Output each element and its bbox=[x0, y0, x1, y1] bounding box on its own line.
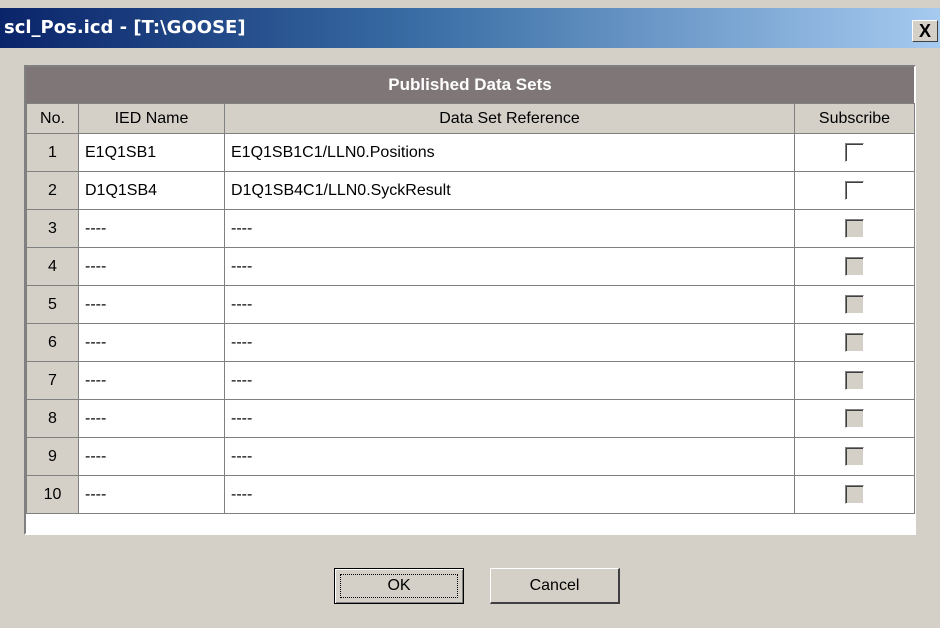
close-button[interactable]: X bbox=[912, 20, 938, 42]
table-row[interactable]: 1 E1Q1SB1 E1Q1SB1C1/LLN0.Positions bbox=[26, 133, 915, 172]
row-number: 9 bbox=[26, 437, 79, 476]
row-number: 10 bbox=[26, 475, 79, 514]
subscribe-cell bbox=[794, 475, 915, 514]
column-header-ied-name[interactable]: IED Name bbox=[78, 103, 225, 134]
subscribe-checkbox[interactable] bbox=[845, 143, 864, 162]
row-number: 8 bbox=[26, 399, 79, 438]
row-number: 1 bbox=[26, 133, 79, 172]
data-set-reference-cell[interactable]: D1Q1SB4C1/LLN0.SyckResult bbox=[224, 171, 795, 210]
data-set-reference-cell[interactable]: ---- bbox=[224, 247, 795, 286]
subscribe-cell bbox=[794, 323, 915, 362]
table-row[interactable]: 3 ---- ---- bbox=[26, 209, 915, 248]
subscribe-cell bbox=[794, 171, 915, 210]
row-number: 5 bbox=[26, 285, 79, 324]
ied-name-cell[interactable]: D1Q1SB4 bbox=[78, 171, 225, 210]
subscribe-checkbox bbox=[845, 371, 864, 390]
row-number: 7 bbox=[26, 361, 79, 400]
column-header-no[interactable]: No. bbox=[26, 103, 79, 134]
data-set-reference-cell[interactable]: ---- bbox=[224, 437, 795, 476]
ied-name-cell[interactable]: ---- bbox=[78, 437, 225, 476]
ied-name-cell[interactable]: ---- bbox=[78, 247, 225, 286]
table-row[interactable]: 4 ---- ---- bbox=[26, 247, 915, 286]
data-set-reference-cell[interactable]: ---- bbox=[224, 399, 795, 438]
table-row[interactable]: 5 ---- ---- bbox=[26, 285, 915, 324]
table-row[interactable]: 7 ---- ---- bbox=[26, 361, 915, 400]
subscribe-checkbox bbox=[845, 447, 864, 466]
ied-name-cell[interactable]: ---- bbox=[78, 361, 225, 400]
data-set-reference-cell[interactable]: ---- bbox=[224, 361, 795, 400]
ied-name-cell[interactable]: E1Q1SB1 bbox=[78, 133, 225, 172]
subscribe-checkbox bbox=[845, 485, 864, 504]
subscribe-checkbox[interactable] bbox=[845, 181, 864, 200]
data-set-reference-cell[interactable]: E1Q1SB1C1/LLN0.Positions bbox=[224, 133, 795, 172]
ied-name-cell[interactable]: ---- bbox=[78, 209, 225, 248]
subscribe-cell bbox=[794, 133, 915, 172]
table-row[interactable]: 2 D1Q1SB4 D1Q1SB4C1/LLN0.SyckResult bbox=[26, 171, 915, 210]
table-row[interactable]: 6 ---- ---- bbox=[26, 323, 915, 362]
table-caption: Published Data Sets bbox=[26, 67, 914, 103]
cancel-button[interactable]: Cancel bbox=[490, 568, 620, 604]
subscribe-checkbox bbox=[845, 257, 864, 276]
ok-button-label: OK bbox=[340, 574, 458, 598]
data-set-reference-cell[interactable]: ---- bbox=[224, 323, 795, 362]
data-set-reference-cell[interactable]: ---- bbox=[224, 209, 795, 248]
data-set-reference-cell[interactable]: ---- bbox=[224, 475, 795, 514]
table-row[interactable]: 8 ---- ---- bbox=[26, 399, 915, 438]
published-data-sets-table: Published Data Sets No. IED Name Data Se… bbox=[24, 65, 916, 535]
subscribe-checkbox bbox=[845, 219, 864, 238]
subscribe-checkbox bbox=[845, 333, 864, 352]
column-header-subscribe[interactable]: Subscribe bbox=[794, 103, 915, 134]
ied-name-cell[interactable]: ---- bbox=[78, 399, 225, 438]
subscribe-checkbox bbox=[845, 409, 864, 428]
row-number: 6 bbox=[26, 323, 79, 362]
subscribe-cell bbox=[794, 437, 915, 476]
row-number: 4 bbox=[26, 247, 79, 286]
subscribe-cell bbox=[794, 285, 915, 324]
subscribe-cell bbox=[794, 399, 915, 438]
row-number: 3 bbox=[26, 209, 79, 248]
subscribe-checkbox bbox=[845, 295, 864, 314]
close-icon: X bbox=[918, 21, 931, 41]
ied-name-cell[interactable]: ---- bbox=[78, 475, 225, 514]
subscribe-cell bbox=[794, 209, 915, 248]
window-title: scl_Pos.icd - [T:\GOOSE] bbox=[4, 17, 246, 38]
ied-name-cell[interactable]: ---- bbox=[78, 285, 225, 324]
table-row[interactable]: 9 ---- ---- bbox=[26, 437, 915, 476]
column-header-data-set-reference[interactable]: Data Set Reference bbox=[224, 103, 795, 134]
data-set-reference-cell[interactable]: ---- bbox=[224, 285, 795, 324]
ied-name-cell[interactable]: ---- bbox=[78, 323, 225, 362]
title-bar[interactable]: scl_Pos.icd - [T:\GOOSE] X bbox=[0, 8, 940, 48]
row-number: 2 bbox=[26, 171, 79, 210]
dialog-window: scl_Pos.icd - [T:\GOOSE] X Published Dat… bbox=[0, 0, 940, 628]
ok-button[interactable]: OK bbox=[334, 568, 464, 604]
table-row[interactable]: 10 ---- ---- bbox=[26, 475, 915, 514]
subscribe-cell bbox=[794, 361, 915, 400]
subscribe-cell bbox=[794, 247, 915, 286]
